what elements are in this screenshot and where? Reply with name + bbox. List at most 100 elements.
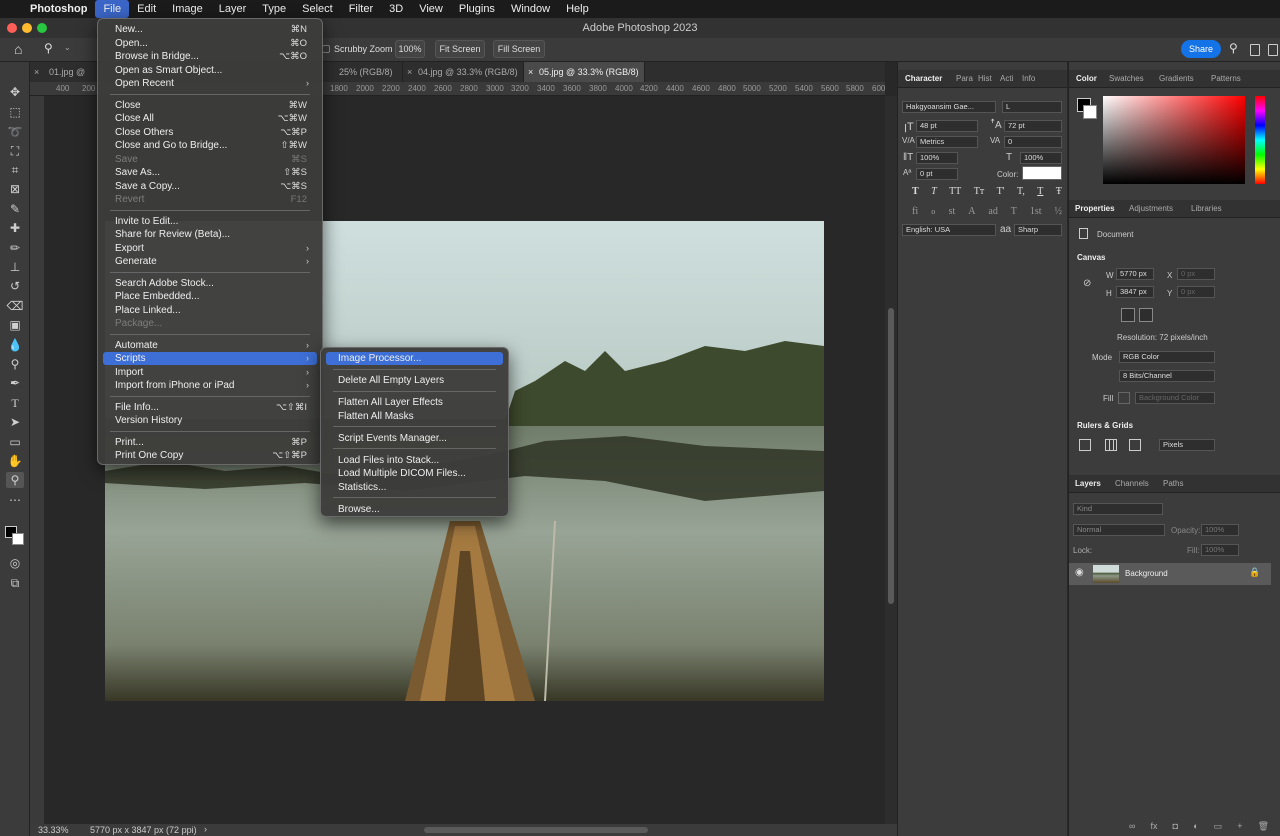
history-brush-tool-icon[interactable]: ↺ <box>6 278 24 294</box>
eraser-tool-icon[interactable]: ⌫ <box>6 298 24 314</box>
leading-field[interactable]: 72 pt <box>1004 120 1062 132</box>
blend-mode-select[interactable]: Normal <box>1073 524 1165 536</box>
strikethrough-button[interactable]: Ŧ <box>1056 186 1062 197</box>
discretionary-ligatures-button[interactable]: st <box>949 206 956 217</box>
tab-history[interactable]: Hist <box>978 70 992 88</box>
file-menu-browse-in-bridge[interactable]: Browse in Bridge... ⌥⌘O <box>103 50 317 63</box>
fill-swatch[interactable] <box>1118 392 1130 404</box>
quick-mask-icon[interactable]: ◎ <box>6 555 24 571</box>
file-menu-new[interactable]: New... ⌘N <box>103 23 317 36</box>
scripts-menu-delete-all-empty-layers[interactable]: Delete All Empty Layers <box>326 374 503 387</box>
menu-image[interactable]: Image <box>164 0 211 18</box>
superscript-button[interactable]: T' <box>997 186 1005 197</box>
pen-tool-icon[interactable]: ✒ <box>6 375 24 391</box>
tab-01[interactable]: ×01.jpg @ 33... <box>30 62 100 97</box>
more-tools-icon[interactable]: ⋯ <box>6 492 24 508</box>
tab-patterns[interactable]: Patterns <box>1211 70 1241 88</box>
font-size-field[interactable]: 48 pt <box>916 120 978 132</box>
file-menu-place-embedded[interactable]: Place Embedded... <box>103 290 317 303</box>
minimize-window-button[interactable] <box>22 23 32 33</box>
tab-swatches[interactable]: Swatches <box>1109 70 1144 88</box>
eyedropper-tool-icon[interactable]: ✎ <box>6 201 24 217</box>
guides-icon[interactable] <box>1129 439 1141 451</box>
menu-window[interactable]: Window <box>503 0 558 18</box>
fill-screen-button[interactable]: Fill Screen <box>493 40 545 58</box>
file-menu-share-for-review-beta[interactable]: Share for Review (Beta)... <box>103 228 317 241</box>
status-menu-arrow[interactable]: › <box>204 824 207 834</box>
file-menu-close-others[interactable]: Close Others ⌥⌘P <box>103 126 317 139</box>
grid-icon[interactable] <box>1105 439 1117 451</box>
swash-button[interactable]: A <box>968 206 975 217</box>
scripts-menu-image-processor[interactable]: Image Processor... <box>326 352 503 365</box>
file-menu-open-recent[interactable]: Open Recent › <box>103 77 317 90</box>
fill-select[interactable]: Background Color <box>1135 392 1215 404</box>
marquee-tool-icon[interactable]: ⬚ <box>6 104 24 120</box>
file-menu-save-as[interactable]: Save As... ⇧⌘S <box>103 166 317 179</box>
fit-screen-button[interactable]: Fit Screen <box>435 40 485 58</box>
scripts-menu-flatten-all-masks[interactable]: Flatten All Masks <box>326 410 503 423</box>
faux-bold-button[interactable]: T <box>912 186 919 197</box>
scripts-menu-statistics[interactable]: Statistics... <box>326 481 503 494</box>
layer-row[interactable]: ◉ Background 🔒 <box>1069 563 1271 585</box>
file-menu-place-linked[interactable]: Place Linked... <box>103 304 317 317</box>
file-menu-version-history[interactable]: Version History <box>103 414 317 427</box>
scroll-thumb[interactable] <box>888 308 894 604</box>
scripts-menu-load-multiple-dicom-files[interactable]: Load Multiple DICOM Files... <box>326 467 503 480</box>
tab-04[interactable]: × 04.jpg @ 33.3% (RGB/8) <box>403 62 524 82</box>
screen-mode-icon[interactable]: ⧉ <box>6 575 24 591</box>
menu-select[interactable]: Select <box>294 0 341 18</box>
landscape-orientation-icon[interactable] <box>1139 308 1153 322</box>
vertical-scale-field[interactable]: 100% <box>916 152 958 164</box>
menu-filter[interactable]: Filter <box>341 0 381 18</box>
hand-tool-icon[interactable]: ✋ <box>6 453 24 469</box>
type-tool-icon[interactable]: T <box>6 395 24 411</box>
file-menu-save-a-copy[interactable]: Save a Copy... ⌥⌘S <box>103 180 317 193</box>
healing-brush-tool-icon[interactable]: ✚ <box>6 220 24 236</box>
eye-icon[interactable]: ◉ <box>1075 567 1084 578</box>
close-icon[interactable]: × <box>528 62 533 82</box>
language-select[interactable]: English: USA <box>902 224 996 236</box>
menu-file[interactable]: File <box>95 0 130 18</box>
file-menu-automate[interactable]: Automate › <box>103 339 317 352</box>
color-picker-field[interactable] <box>1103 96 1245 184</box>
fx-icon[interactable]: fx <box>1151 821 1158 832</box>
tab-actions[interactable]: Acti <box>1000 70 1013 88</box>
menu-3d[interactable]: 3D <box>381 0 411 18</box>
tracking-field[interactable]: 0 <box>1004 136 1062 148</box>
font-style-select[interactable]: L <box>1002 101 1062 113</box>
dodge-tool-icon[interactable]: ⚲ <box>6 356 24 372</box>
faux-italic-button[interactable]: T <box>931 186 937 197</box>
small-caps-button[interactable]: Tт <box>974 186 984 197</box>
menu-type[interactable]: Type <box>254 0 294 18</box>
layer-fill-field[interactable]: 100% <box>1201 544 1239 556</box>
tab-properties[interactable]: Properties <box>1075 200 1115 218</box>
object-select-tool-icon[interactable]: ⛶ <box>6 143 24 159</box>
ordinals-button[interactable]: 1st <box>1030 206 1042 217</box>
titling-alternates-button[interactable]: T <box>1011 206 1017 217</box>
font-family-select[interactable]: Hakgyoansim Gae... <box>902 101 996 113</box>
tab-channels[interactable]: Channels <box>1115 475 1149 493</box>
search-icon[interactable]: ⚲ <box>1229 41 1238 55</box>
menu-help[interactable]: Help <box>558 0 597 18</box>
adjustment-layer-icon[interactable]: ◐ <box>1193 821 1198 832</box>
file-menu-export[interactable]: Export › <box>103 242 317 255</box>
close-icon[interactable]: × <box>407 62 412 82</box>
file-menu-generate[interactable]: Generate › <box>103 255 317 268</box>
layer-name[interactable]: Background <box>1125 569 1168 578</box>
add-mask-icon[interactable]: ◘ <box>1173 821 1178 832</box>
file-menu-close-all[interactable]: Close All ⌥⌘W <box>103 112 317 125</box>
width-field[interactable]: 5770 px <box>1116 268 1154 280</box>
horizontal-scroll-thumb[interactable] <box>424 827 648 833</box>
scripts-menu-script-events-manager[interactable]: Script Events Manager... <box>326 432 503 445</box>
tab-03[interactable]: 25% (RGB/8) <box>325 62 403 82</box>
contextual-alternates-button[interactable]: ℴ <box>931 206 936 217</box>
file-menu-import-from-iphone-or-ipad[interactable]: Import from iPhone or iPad › <box>103 379 317 392</box>
hue-slider[interactable] <box>1255 96 1265 184</box>
zoom-level[interactable]: 33.33% <box>38 825 69 835</box>
ligatures-button[interactable]: fi <box>912 206 918 217</box>
tab-adjustments[interactable]: Adjustments <box>1129 200 1173 218</box>
close-window-button[interactable] <box>7 23 17 33</box>
blur-tool-icon[interactable]: 💧 <box>6 337 24 353</box>
file-menu-file-info[interactable]: File Info... ⌥⇧⌘I <box>103 401 317 414</box>
tab-libraries[interactable]: Libraries <box>1191 200 1222 218</box>
